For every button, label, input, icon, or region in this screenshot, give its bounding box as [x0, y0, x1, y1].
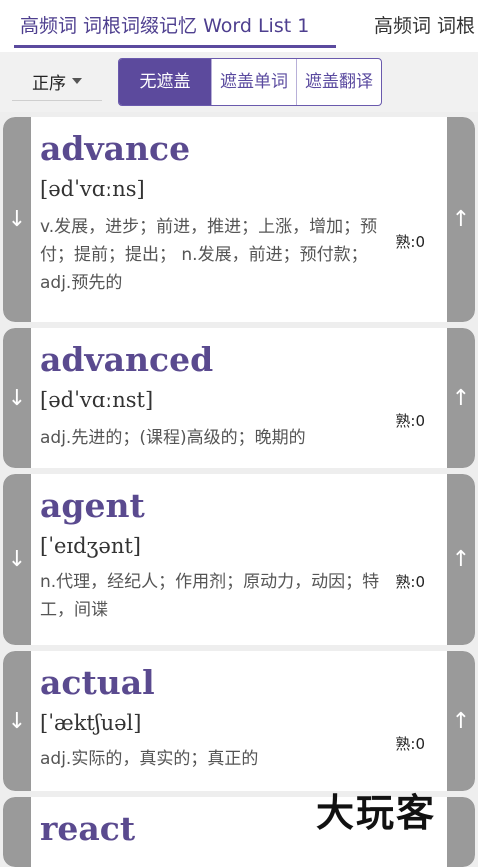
phonetic-text: [ˈeɪdʒənt]: [40, 534, 141, 558]
move-up-button[interactable]: ↑: [447, 651, 475, 791]
arrow-down-icon: ↓: [7, 547, 27, 572]
arrow-up-icon: ↑: [451, 207, 471, 232]
arrow-down-icon: ↓: [7, 385, 27, 411]
word-text: advance: [40, 129, 191, 168]
tab-bar: 高频词 词根词缀记忆 Word List 1 高频词 词根: [0, 0, 478, 52]
familiarity-count: 熟:0: [395, 735, 425, 753]
cover-word-button[interactable]: 遮盖单词: [211, 59, 296, 105]
definition-text: adj.实际的，真实的；真正的: [40, 749, 259, 769]
arrow-up-icon: ↑: [451, 385, 471, 411]
move-down-button[interactable]: [3, 797, 31, 867]
move-down-button[interactable]: ↓: [3, 328, 31, 468]
arrow-down-icon: ↓: [7, 708, 27, 734]
word-card-actual[interactable]: ↓ actual [ˈæktʃuəl] adj.实际的，真实的；真正的 熟:0 …: [3, 651, 475, 791]
move-down-button[interactable]: ↓: [3, 117, 31, 322]
watermark-logo: 大玩客: [316, 791, 437, 835]
chevron-down-icon: [72, 78, 82, 84]
word-card-advanced[interactable]: ↓ advanced [ədˈvɑːnst] adj.先进的；(课程)高级的；晚…: [3, 328, 475, 468]
move-up-button[interactable]: [447, 797, 475, 867]
word-card-agent[interactable]: ↓ agent [ˈeɪdʒənt] n.代理，经纪人；作用剂；原动力，动因；特…: [3, 474, 475, 645]
arrow-up-icon: ↑: [451, 547, 471, 572]
no-cover-button[interactable]: 无遮盖: [119, 59, 211, 105]
word-text: actual: [40, 663, 155, 702]
toolbar: 正序 无遮盖 遮盖单词 遮盖翻译: [0, 52, 478, 112]
move-down-button[interactable]: ↓: [3, 474, 31, 645]
active-tab-indicator: [14, 45, 336, 48]
word-text: agent: [40, 486, 145, 525]
arrow-down-icon: ↓: [7, 207, 27, 232]
definition-text: adj.先进的；(课程)高级的；晚期的: [40, 428, 306, 448]
familiarity-count: 熟:0: [395, 412, 425, 430]
word-text: react: [40, 809, 136, 848]
move-up-button[interactable]: ↑: [447, 474, 475, 645]
familiarity-count: 熟:0: [395, 233, 425, 251]
word-text: advanced: [40, 340, 214, 379]
sort-order-label: 正序: [32, 73, 66, 94]
word-card-advance[interactable]: ↓ advance [ədˈvɑːns] v.发展，进步；前进，推进；上涨，增加…: [3, 117, 475, 322]
move-up-button[interactable]: ↑: [447, 117, 475, 322]
sort-order-dropdown[interactable]: 正序: [12, 62, 102, 101]
cover-mode-segmented-control: 无遮盖 遮盖单词 遮盖翻译: [118, 58, 382, 106]
arrow-up-icon: ↑: [451, 708, 471, 734]
familiarity-count: 熟:0: [395, 573, 425, 591]
phonetic-text: [ˈæktʃuəl]: [40, 711, 142, 735]
definition-text: n.代理，经纪人；作用剂；原动力，动因；特工，间谍: [40, 572, 380, 620]
move-down-button[interactable]: ↓: [3, 651, 31, 791]
definition-text: v.发展，进步；前进，推进；上涨，增加；预付；提前；提出； n.发展，前进；预付…: [40, 217, 378, 293]
cover-translation-button[interactable]: 遮盖翻译: [296, 59, 381, 105]
phonetic-text: [ədˈvɑːns]: [40, 177, 145, 201]
tab-next-list[interactable]: 高频词 词根: [374, 0, 475, 52]
phonetic-text: [ədˈvɑːnst]: [40, 388, 154, 412]
move-up-button[interactable]: ↑: [447, 328, 475, 468]
